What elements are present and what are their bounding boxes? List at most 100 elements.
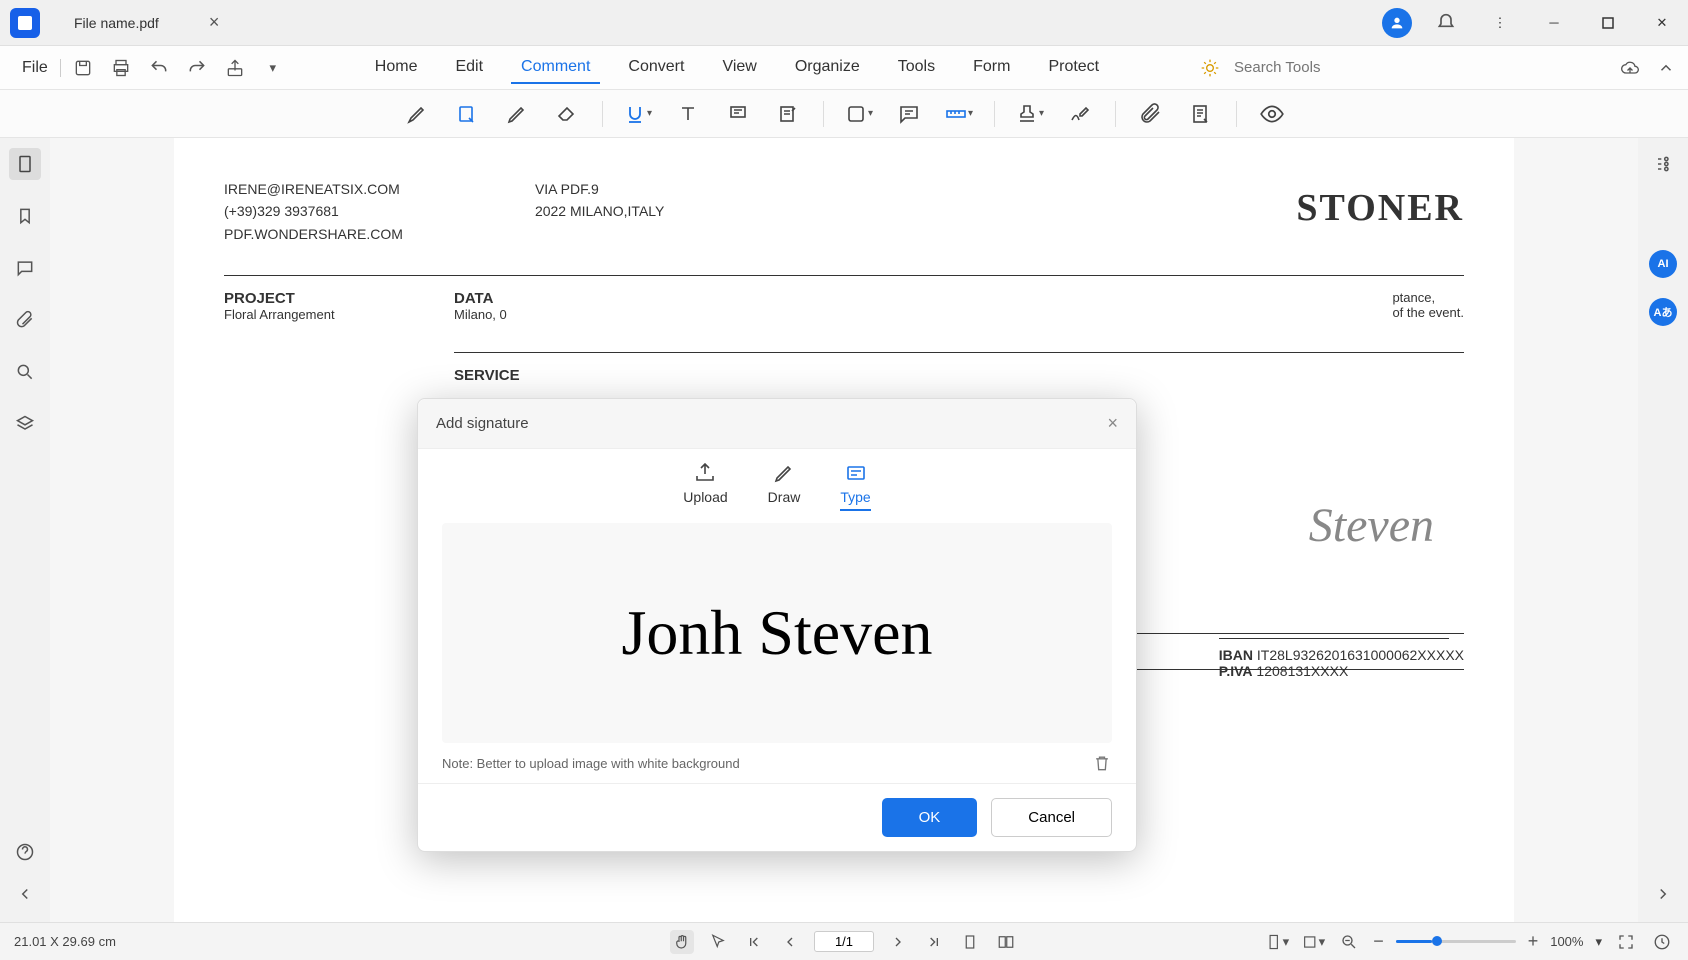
share-icon[interactable]	[223, 56, 247, 80]
file-menu[interactable]: File	[10, 59, 61, 77]
window-close-icon[interactable]: ✕	[1642, 8, 1682, 38]
menu-protect[interactable]: Protect	[1038, 52, 1109, 84]
menu-form[interactable]: Form	[963, 52, 1020, 84]
signature-icon[interactable]	[1065, 99, 1095, 129]
piva-label: P.IVA	[1219, 663, 1253, 679]
text-comment-icon[interactable]	[773, 99, 803, 129]
zoom-slider[interactable]	[1396, 940, 1516, 943]
fullscreen-icon[interactable]	[1614, 930, 1638, 954]
user-avatar-icon[interactable]	[1382, 8, 1412, 38]
notifications-icon[interactable]	[1426, 8, 1466, 38]
eraser-icon[interactable]	[552, 99, 582, 129]
menu-tools[interactable]: Tools	[888, 52, 945, 84]
redo-icon[interactable]	[185, 56, 209, 80]
single-page-icon[interactable]	[958, 930, 982, 954]
zoom-minus[interactable]: −	[1373, 931, 1384, 952]
zoom-plus[interactable]: +	[1528, 931, 1539, 952]
menu-view[interactable]: View	[712, 52, 766, 84]
help-icon[interactable]	[9, 836, 41, 868]
layers-icon[interactable]	[9, 408, 41, 440]
page-number-input[interactable]	[814, 931, 874, 952]
menu-home[interactable]: Home	[365, 52, 428, 84]
print-icon[interactable]	[109, 56, 133, 80]
attachments-panel-icon[interactable]	[9, 304, 41, 336]
attachment-icon[interactable]	[1136, 99, 1166, 129]
address-line1: VIA PDF.9	[535, 178, 664, 200]
properties-icon[interactable]	[1647, 148, 1679, 180]
note-fragment-2: of the event.	[1392, 305, 1464, 320]
first-page-icon[interactable]	[742, 930, 766, 954]
idea-icon[interactable]	[1198, 56, 1222, 80]
hand-tool-icon[interactable]	[670, 930, 694, 954]
piva-value: 1208131XXXX	[1256, 663, 1348, 679]
highlight-icon[interactable]	[402, 99, 432, 129]
dropdown-icon[interactable]: ▾	[261, 56, 285, 80]
dialog-title: Add signature	[436, 415, 529, 432]
title-bar: File name.pdf × ⋮ ─ ✕	[0, 0, 1688, 46]
document-viewport[interactable]: IRENE@IRENEATSIX.COM (+39)329 3937681 PD…	[50, 138, 1638, 922]
placed-signature: Steven	[1309, 498, 1434, 553]
underline-icon[interactable]: ▾	[623, 99, 653, 129]
upload-note: Note: Better to upload image with white …	[442, 756, 740, 771]
save-icon[interactable]	[71, 56, 95, 80]
tab-upload-label: Upload	[683, 489, 727, 505]
shape-icon[interactable]: ▾	[844, 99, 874, 129]
tab-upload[interactable]: Upload	[683, 461, 727, 511]
eye-icon[interactable]	[1257, 99, 1287, 129]
select-tool-icon[interactable]	[706, 930, 730, 954]
right-sidebar: AI Aあ	[1638, 138, 1688, 922]
file-note-icon[interactable]	[1186, 99, 1216, 129]
dialog-close-icon[interactable]: ×	[1107, 413, 1118, 434]
area-highlight-icon[interactable]	[452, 99, 482, 129]
project-value: Floral Arrangement	[224, 307, 454, 322]
tab-type-label: Type	[840, 489, 870, 505]
undo-icon[interactable]	[147, 56, 171, 80]
window-maximize-icon[interactable]	[1588, 8, 1628, 38]
comments-panel-icon[interactable]	[9, 252, 41, 284]
menu-convert[interactable]: Convert	[618, 52, 694, 84]
fit-mode-icon[interactable]: ▾	[1301, 930, 1325, 954]
text-callout-icon[interactable]	[723, 99, 753, 129]
more-menu-icon[interactable]: ⋮	[1480, 8, 1520, 38]
collapse-right-icon[interactable]	[1647, 878, 1679, 910]
document-tab[interactable]: File name.pdf ×	[60, 8, 233, 37]
ai-badge-icon[interactable]: AI	[1649, 250, 1677, 278]
project-label: PROJECT	[224, 290, 454, 307]
zoom-out-icon[interactable]	[1337, 930, 1361, 954]
ok-button[interactable]: OK	[882, 798, 978, 837]
contact-website: PDF.WONDERSHARE.COM	[224, 223, 403, 245]
measure-icon[interactable]: ▾	[944, 99, 974, 129]
translate-badge-icon[interactable]: Aあ	[1649, 298, 1677, 326]
menu-comment[interactable]: Comment	[511, 52, 600, 84]
collapse-icon[interactable]	[1654, 56, 1678, 80]
two-page-icon[interactable]	[994, 930, 1018, 954]
prev-page-icon[interactable]	[778, 930, 802, 954]
search-panel-icon[interactable]	[9, 356, 41, 388]
stamp-icon[interactable]: ▾	[1015, 99, 1045, 129]
collapse-left-icon[interactable]	[9, 878, 41, 910]
scroll-mode-icon[interactable]: ▾	[1265, 930, 1289, 954]
contact-email: IRENE@IRENEATSIX.COM	[224, 178, 403, 200]
close-tab-icon[interactable]: ×	[209, 12, 220, 33]
note-fragment-1: ptance,	[1392, 290, 1464, 305]
menu-edit[interactable]: Edit	[445, 52, 493, 84]
brand-title: STONER	[1296, 178, 1464, 245]
signature-preview[interactable]: Jonh Steven	[442, 523, 1112, 743]
thumbnails-icon[interactable]	[9, 148, 41, 180]
cloud-icon[interactable]	[1618, 56, 1642, 80]
search-tools-input[interactable]	[1234, 59, 1414, 76]
tab-draw[interactable]: Draw	[768, 461, 801, 511]
menu-organize[interactable]: Organize	[785, 52, 870, 84]
document-filename: File name.pdf	[74, 15, 159, 31]
next-page-icon[interactable]	[886, 930, 910, 954]
pencil-icon[interactable]	[502, 99, 532, 129]
delete-signature-icon[interactable]	[1092, 753, 1112, 773]
textbox-icon[interactable]	[673, 99, 703, 129]
cancel-button[interactable]: Cancel	[991, 798, 1112, 837]
window-minimize-icon[interactable]: ─	[1534, 8, 1574, 38]
tab-type[interactable]: Type	[840, 461, 870, 511]
last-page-icon[interactable]	[922, 930, 946, 954]
bookmarks-icon[interactable]	[9, 200, 41, 232]
note-icon[interactable]	[894, 99, 924, 129]
read-mode-icon[interactable]	[1650, 930, 1674, 954]
